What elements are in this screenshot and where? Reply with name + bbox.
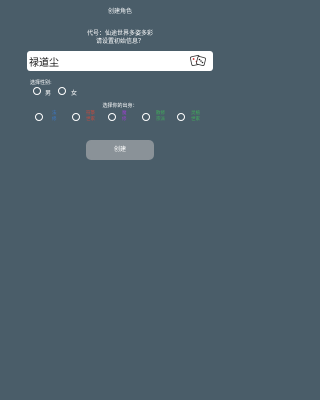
origin-option-5: 灵植 世家 — [191, 111, 200, 122]
gender-female-label: 女 — [71, 90, 78, 97]
origin-option-1: 法 修 — [52, 111, 57, 122]
gender-radio-male[interactable] — [33, 87, 41, 95]
dice-icon[interactable] — [190, 54, 206, 68]
intro-prompt-line: 请设置初始信息？ — [95, 38, 144, 45]
origin-label: 选择你的出身： — [102, 103, 138, 109]
origin-radio-2[interactable] — [72, 113, 80, 121]
name-input[interactable] — [27, 51, 187, 71]
gender-male-label: 男 — [45, 90, 52, 97]
origin-radio-3[interactable] — [108, 113, 116, 121]
gender-radio-female[interactable] — [58, 87, 66, 95]
gender-label: 选择性别: — [30, 80, 52, 86]
intro-code-line: 代号：仙途世界多姿多彩 — [86, 30, 153, 37]
page-title: 创建角色 — [107, 8, 132, 15]
origin-radio-1[interactable] — [35, 113, 43, 121]
name-field-container — [27, 51, 213, 71]
origin-radio-5[interactable] — [177, 113, 185, 121]
origin-option-3: 魔 修 — [122, 111, 127, 122]
create-button[interactable]: 创建 — [86, 140, 154, 160]
origin-option-2: 符箓 世家 — [86, 111, 95, 122]
origin-option-4: 散修 宗派 — [156, 111, 165, 122]
origin-radio-4[interactable] — [142, 113, 150, 121]
